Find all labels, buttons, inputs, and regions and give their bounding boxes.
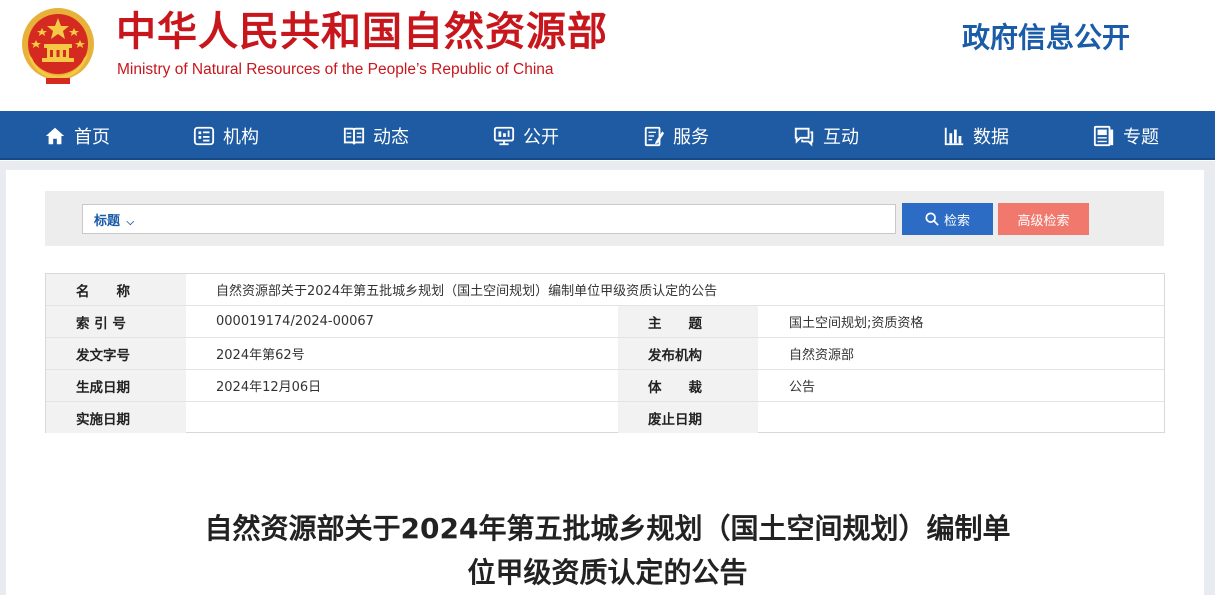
document-title: 自然资源部关于2024年第五批城乡规划（国土空间规划）编制单位甲级资质认定的公告	[204, 512, 1011, 589]
book-icon	[343, 127, 365, 144]
nav-item-service[interactable]: 服务	[643, 111, 709, 160]
subject-label: 主 题	[618, 306, 758, 337]
date-label: 生成日期	[46, 370, 186, 401]
index-value: 000019174/2024-00067	[216, 314, 374, 329]
nav-item-label: 公开	[523, 126, 559, 148]
search-button-label: 检索	[943, 213, 970, 229]
nav-item-label: 数据	[973, 126, 1009, 148]
edit-document-icon	[644, 126, 665, 146]
genre-value: 公告	[789, 380, 816, 395]
table-row: 生成日期 2024年12月06日 体 裁 公告	[46, 370, 1164, 402]
publisher-value: 自然资源部	[789, 348, 855, 363]
table-row: 名 称 自然资源部关于2024年第五批城乡规划（国土空间规划）编制单位甲级资质认…	[46, 274, 1164, 306]
search-type-dropdown[interactable]: 标题 ⌵	[94, 210, 134, 229]
doc-number-label: 发文字号	[46, 338, 186, 369]
search-input[interactable]	[146, 207, 886, 231]
publisher-label: 发布机构	[618, 338, 758, 369]
table-row: 发文字号 2024年第62号 发布机构 自然资源部	[46, 338, 1164, 370]
nav-item-disclosure[interactable]: 公开	[493, 111, 559, 160]
search-icon	[925, 212, 939, 226]
search-button[interactable]: 检索	[902, 203, 993, 235]
effective-date-label: 实施日期	[46, 402, 186, 433]
table-row: 索 引 号 000019174/2024-00067 主 题 国土空间规划;资质…	[46, 306, 1164, 338]
chevron-down-icon: ⌵	[126, 217, 135, 228]
name-value: 自然资源部关于2024年第五批城乡规划（国土空间规划）编制单位甲级资质认定的公告	[216, 284, 718, 299]
nav-item-label: 专题	[1123, 126, 1159, 148]
doc-number-value: 2024年第62号	[216, 348, 305, 363]
nav-item-label: 服务	[673, 126, 709, 148]
nav-item-label: 机构	[223, 126, 259, 148]
nav-item-organization[interactable]: 机构	[193, 111, 259, 160]
nav-item-label: 首页	[74, 126, 110, 148]
organization-icon	[193, 126, 215, 145]
home-icon	[45, 127, 65, 144]
nav-item-news[interactable]: 动态	[343, 111, 409, 160]
expire-date-label: 废止日期	[618, 402, 758, 433]
main-nav: 首页 机构 动态 公开 服务 互动 数据 专题	[0, 111, 1215, 160]
national-emblem-icon[interactable]	[20, 6, 96, 86]
advanced-search-button[interactable]: 高级检索	[998, 203, 1089, 235]
nav-item-home[interactable]: 首页	[44, 111, 110, 160]
site-title[interactable]: 中华人民共和国自然资源部	[116, 8, 608, 56]
name-label: 名 称	[46, 274, 186, 305]
genre-label: 体 裁	[618, 370, 758, 401]
site-subtitle: Ministry of Natural Resources of the Peo…	[117, 61, 554, 78]
monitor-icon	[493, 126, 515, 145]
nav-item-data[interactable]: 数据	[943, 111, 1009, 160]
bar-chart-icon	[944, 127, 964, 145]
chat-icon	[794, 127, 814, 146]
nav-item-label: 互动	[823, 126, 859, 148]
date-value: 2024年12月06日	[216, 380, 322, 395]
nav-item-topics[interactable]: 专题	[1093, 111, 1159, 160]
site-header: 中华人民共和国自然资源部 Ministry of Natural Resourc…	[0, 0, 1215, 111]
section-title[interactable]: 政府信息公开	[962, 20, 1130, 56]
advanced-search-label: 高级检索	[1017, 213, 1070, 229]
subject-value: 国土空间规划;资质资格	[789, 316, 924, 331]
table-row: 实施日期 废止日期	[46, 402, 1164, 434]
search-type-label: 标题	[94, 214, 121, 229]
index-label: 索 引 号	[46, 306, 186, 337]
topic-document-icon	[1093, 125, 1114, 146]
metadata-table: 名 称 自然资源部关于2024年第五批城乡规划（国土空间规划）编制单位甲级资质认…	[45, 273, 1165, 433]
nav-item-interaction[interactable]: 互动	[793, 111, 859, 160]
nav-item-label: 动态	[373, 126, 409, 148]
